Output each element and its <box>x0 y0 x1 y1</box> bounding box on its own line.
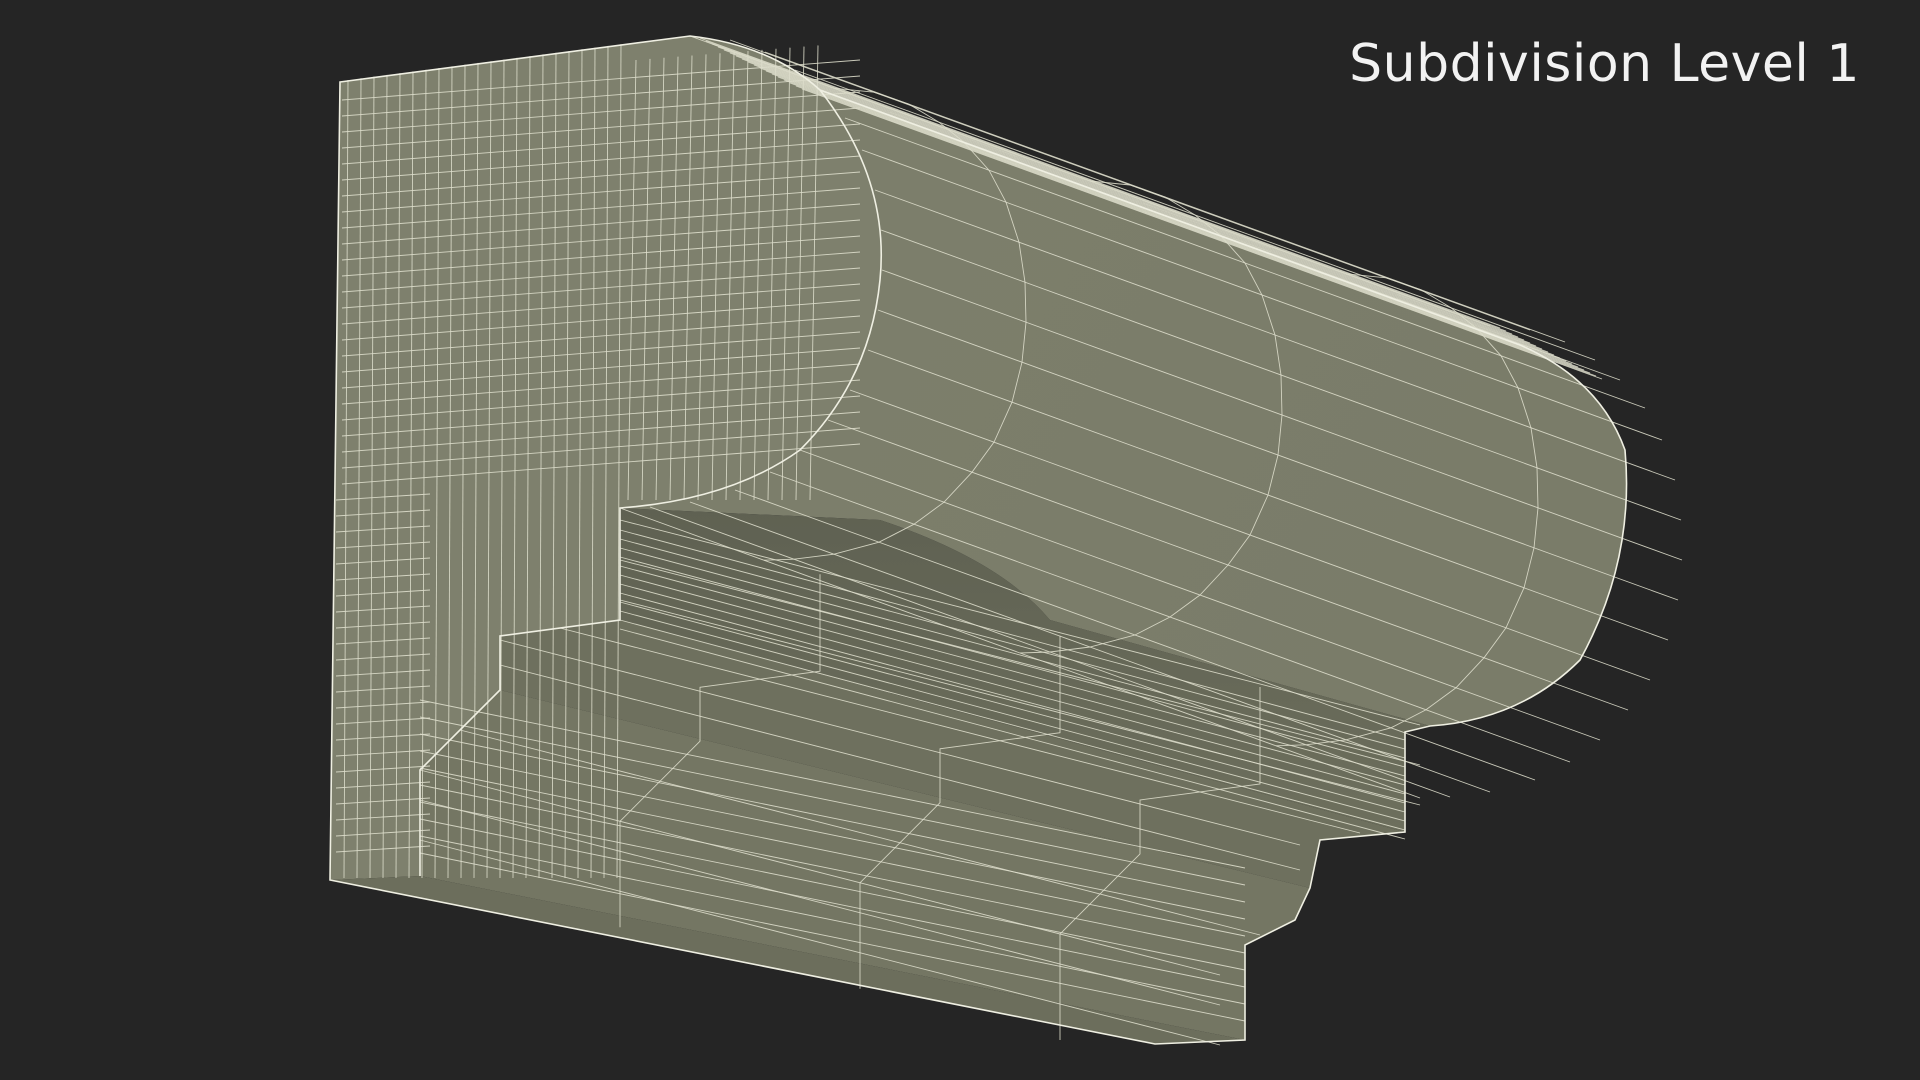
subdivision-level-label: Subdivision Level 1 <box>1349 34 1860 94</box>
wireframe-model-icon <box>329 35 1683 1046</box>
render-viewport: Subdivision Level 1 <box>0 0 1920 1080</box>
